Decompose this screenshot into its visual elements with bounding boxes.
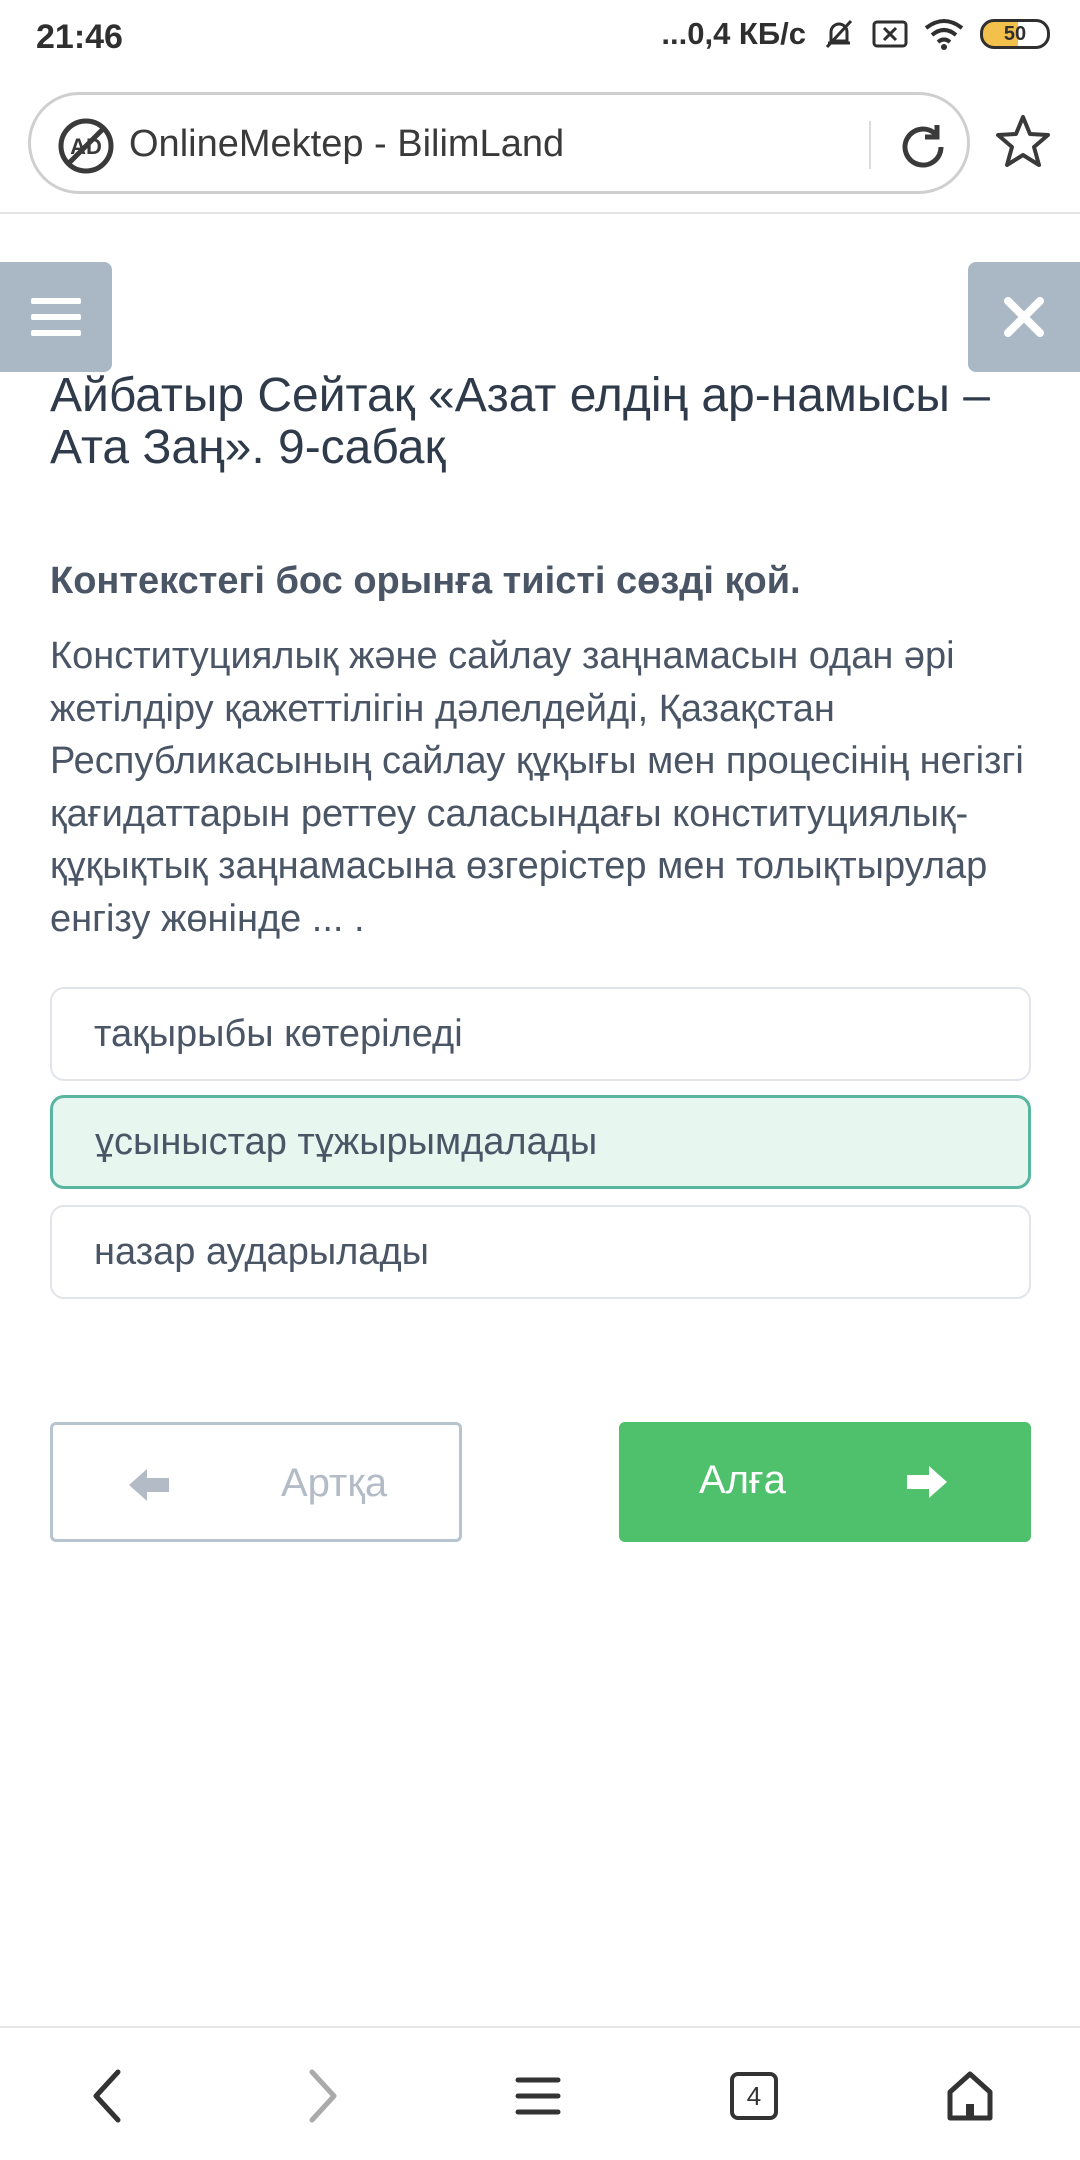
question-text: Конституциялық және сайлау заңнамасын од… [50, 635, 1024, 940]
sim-x-icon [872, 19, 908, 49]
back-arrow-icon[interactable] [76, 2064, 140, 2128]
answer-option[interactable]: тақырыбы көтеріледі [50, 987, 1031, 1081]
browser-toolbar: AD OnlineMektep - BilimLand [0, 78, 1080, 214]
home-icon[interactable] [938, 2064, 1002, 2128]
question-heading: Контекстегі бос орынға тиісті сөзді қой. [50, 560, 801, 602]
address-separator [869, 121, 871, 169]
close-icon [1004, 297, 1044, 337]
close-button[interactable] [968, 262, 1080, 372]
menu-button[interactable] [0, 262, 112, 372]
network-speed: ...0,4 КБ/с [661, 16, 806, 51]
adblock-icon[interactable]: AD [57, 117, 115, 175]
address-bar[interactable]: AD OnlineMektep - BilimLand [28, 92, 970, 194]
lesson-title: Айбатыр Сейтақ «Азат елдің ар-намысы – А… [50, 369, 990, 474]
next-button-label: Алға [699, 1458, 786, 1502]
status-time: 21:46 [36, 18, 123, 56]
hamburger-icon [31, 298, 81, 304]
arrow-left-icon [127, 1463, 171, 1507]
status-indicators: ...0,4 КБ/с 50 [661, 16, 1050, 52]
reload-icon[interactable] [893, 117, 953, 177]
back-button[interactable]: Артқа [50, 1422, 462, 1542]
status-bar: 21:46 ...0,4 КБ/с 50 [0, 0, 1080, 78]
hamburger-line [31, 314, 81, 320]
bottom-navigation: 4 [0, 2026, 1080, 2160]
wifi-icon [924, 18, 964, 50]
back-button-label: Артқа [281, 1461, 388, 1505]
answer-option-selected[interactable]: ұсыныстар тұжырымдалады [50, 1095, 1031, 1189]
star-icon[interactable] [993, 112, 1053, 172]
next-button[interactable]: Алға [619, 1422, 1031, 1542]
arrow-right-icon [905, 1460, 949, 1504]
mute-bell-icon [822, 17, 856, 51]
forward-arrow-icon[interactable] [290, 2064, 354, 2128]
answer-option[interactable]: назар аударылады [50, 1205, 1031, 1299]
tabs-count: 4 [730, 2072, 778, 2120]
page-title-url[interactable]: OnlineMektep - BilimLand [129, 123, 564, 166]
tabs-icon[interactable]: 4 [722, 2064, 786, 2128]
battery-icon: 50 [980, 19, 1050, 49]
menu-icon[interactable] [506, 2064, 570, 2128]
hamburger-line [31, 330, 81, 336]
